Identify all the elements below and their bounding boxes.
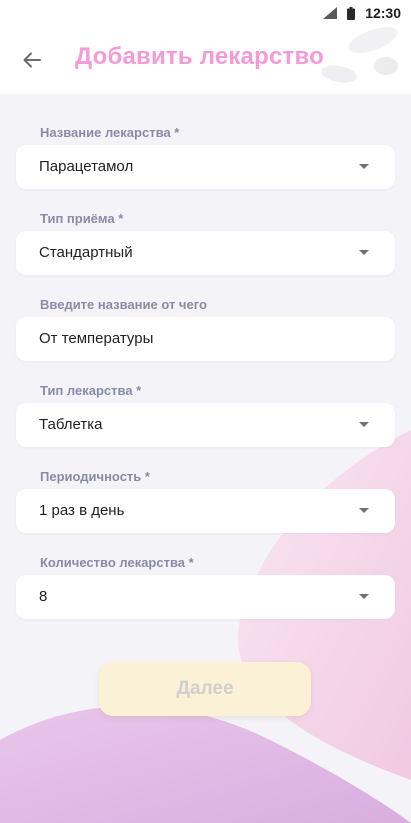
field-value: Стандартный	[39, 244, 133, 261]
field-label: Тип приёма *	[40, 211, 124, 226]
status-bar: 12:30	[0, 0, 411, 26]
field-label: Введите название от чего	[40, 297, 207, 312]
signal-icon	[323, 7, 338, 19]
quantity-dropdown[interactable]: 8	[16, 575, 395, 619]
arrow-left-icon	[23, 52, 41, 68]
pills-decoration	[321, 27, 398, 83]
status-time: 12:30	[365, 5, 401, 21]
dropdown-arrow-icon	[359, 594, 369, 599]
field-value: Таблетка	[39, 416, 103, 433]
field-value: От температуры	[39, 330, 154, 347]
field-value: 1 раз в день	[39, 502, 125, 519]
dropdown-arrow-icon	[359, 164, 369, 169]
dropdown-arrow-icon	[359, 250, 369, 255]
medicine-type-dropdown[interactable]: Таблетка	[16, 403, 395, 447]
field-label: Периодичность *	[40, 469, 150, 484]
dropdown-arrow-icon	[359, 508, 369, 513]
medicine-name-dropdown[interactable]: Парацетамол	[16, 145, 395, 189]
field-value: Парацетамол	[39, 158, 134, 175]
battery-icon	[347, 6, 356, 20]
back-button[interactable]	[18, 46, 46, 74]
app-bar: Добавить лекарство	[0, 26, 411, 94]
page-title: Добавить лекарство	[75, 43, 325, 70]
purpose-input[interactable]: От температуры	[16, 317, 395, 361]
frequency-dropdown[interactable]: 1 раз в день	[16, 489, 395, 533]
field-label: Количество лекарства *	[40, 555, 194, 570]
intake-type-dropdown[interactable]: Стандартный	[16, 231, 395, 275]
dropdown-arrow-icon	[359, 422, 369, 427]
field-label: Тип лекарства *	[40, 383, 142, 398]
next-button[interactable]: Далее	[99, 662, 311, 716]
field-value: 8	[39, 588, 48, 605]
field-label: Название лекарства *	[40, 125, 180, 140]
